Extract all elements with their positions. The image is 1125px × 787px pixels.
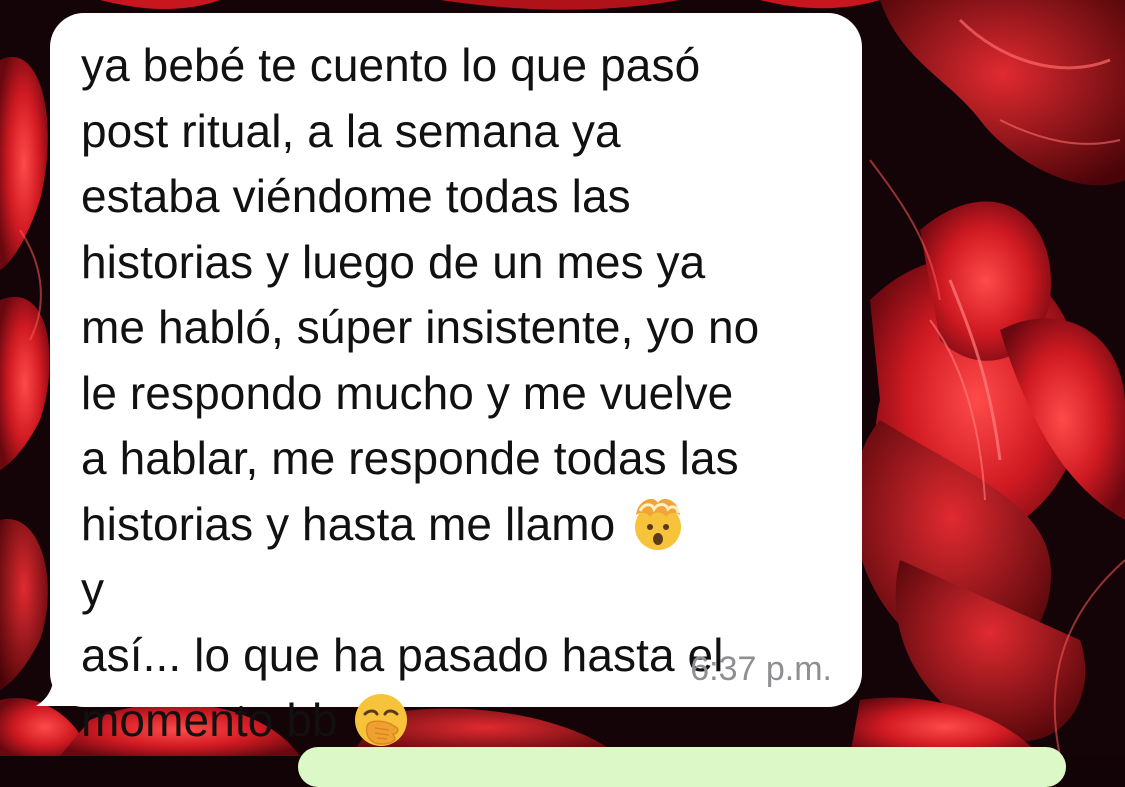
message-timestamp: 6:37 p.m.: [690, 650, 832, 688]
message-line: le respondo mucho y me vuelve: [81, 366, 734, 419]
message-line: así... lo que ha pasado hasta el: [81, 628, 724, 681]
message-line: momento bb: [81, 694, 338, 746]
exploding-head-emoji-icon: [635, 499, 682, 551]
message-line: ya bebé te cuento lo que pasó: [81, 39, 701, 91]
message-line: historias y hasta me llamo: [81, 497, 616, 550]
incoming-message-bubble[interactable]: ya bebé te cuento lo que pasó post ritua…: [50, 13, 862, 746]
message-line: a hablar, me responde todas las: [81, 432, 739, 484]
message-line: historias y luego de un mes ya: [81, 235, 706, 288]
message-line: estaba viéndome todas las: [81, 170, 631, 222]
message-line: me habló, súper insistente, yo no: [81, 301, 760, 353]
message-line: y: [81, 563, 105, 615]
message-text: ya bebé te cuento lo que pasó post ritua…: [81, 33, 834, 754]
message-line: post ritual, a la semana ya: [81, 104, 621, 157]
face-with-hand-over-mouth-emoji-icon: [354, 693, 407, 746]
